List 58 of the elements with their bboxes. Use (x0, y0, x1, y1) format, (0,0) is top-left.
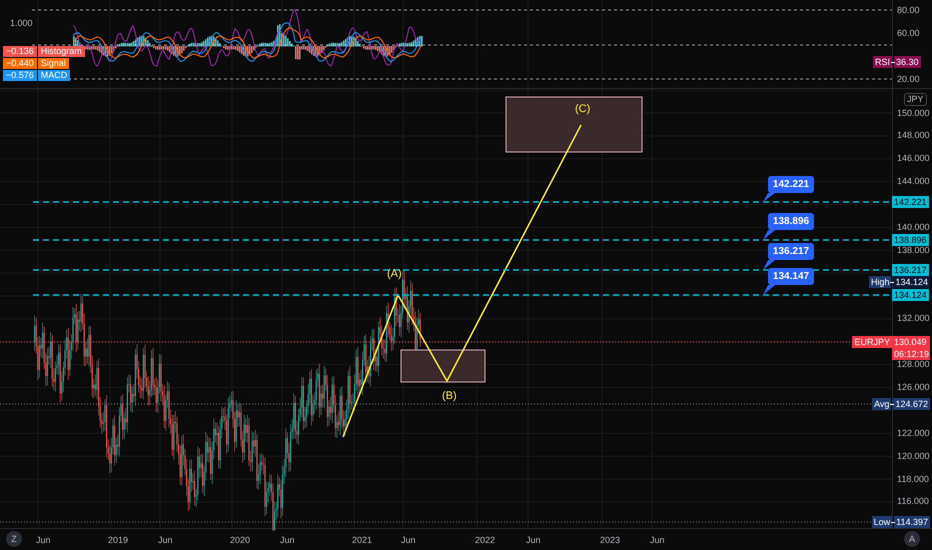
rsi-axis-label: 20.00 (897, 74, 920, 85)
average-value: 124.672 (893, 398, 930, 410)
rsi-label: RSI (873, 56, 892, 68)
level-axis-label: 142.221 (892, 196, 929, 208)
zoom-reset-button[interactable]: Z (6, 531, 22, 547)
price-axis-label: 148.000 (897, 130, 930, 142)
level-axis-label: 138.896 (892, 234, 929, 246)
price-callout: 134.147 (762, 268, 814, 296)
low-value: 114.397 (894, 516, 930, 528)
wave-label: (C) (575, 103, 590, 116)
price-axis-label: 128.000 (897, 359, 930, 370)
time-axis-label: 2023 (600, 535, 620, 546)
time-axis-label: Jun (158, 535, 173, 546)
high-label: High (868, 276, 892, 288)
price-axis-label: 140.000 (897, 222, 930, 233)
time-axis-label: Jun (650, 535, 665, 546)
price-callout: 138.896 (762, 213, 814, 241)
wave-label: (B) (442, 390, 457, 403)
high-value: 134.124 (893, 276, 930, 288)
macd-scale-label: 1.000 (10, 18, 33, 29)
rsi-axis-label: 60.00 (897, 28, 920, 39)
symbol-label: EURJPY (852, 336, 892, 348)
legend-name: MACD (38, 70, 70, 81)
currency-label: JPY (904, 93, 927, 106)
countdown-timer: 06:12:19 (893, 348, 930, 360)
price-axis-label: 126.000 (897, 382, 930, 394)
legend-value: −0.576 (3, 70, 37, 81)
low-label: Low (872, 516, 892, 528)
time-axis-label: 2022 (475, 535, 496, 546)
price-axis-label: 146.000 (897, 153, 930, 164)
time-axis-label: 2019 (108, 535, 128, 546)
price-axis-label: 118.000 (897, 474, 929, 485)
time-axis-label: 2020 (230, 535, 250, 546)
legend-name: Histogram (38, 46, 85, 57)
level-axis-label: 136.217 (892, 264, 929, 276)
price-axis-label: 122.000 (897, 428, 930, 439)
average-label: Avg (872, 398, 892, 410)
wave-label: (A) (387, 268, 402, 281)
last-price-value: 130.049 (893, 336, 928, 348)
price-axis-label: 116.000 (897, 496, 929, 508)
price-callout: 142.221 (762, 176, 814, 203)
time-axis-label: Jun (401, 535, 416, 546)
time-axis-label: 2021 (352, 535, 372, 546)
time-axis-label: Jun (280, 535, 295, 546)
rsi-axis-label: 80.00 (897, 5, 920, 16)
time-axis-label: Jun (36, 535, 51, 546)
price-axis-label: 144.000 (897, 176, 930, 188)
price-axis-label: 150.000 (897, 108, 930, 118)
legend-value: −0.440 (3, 58, 37, 69)
price-axis-label: 132.000 (897, 313, 930, 324)
price-axis-label: 138.000 (897, 244, 930, 256)
legend-value: −0.136 (3, 46, 37, 57)
price-axis-label: 120.000 (897, 450, 930, 462)
level-axis-label: 134.124 (892, 289, 929, 301)
rsi-value: 36.30 (894, 56, 921, 68)
auto-scale-button[interactable]: A (904, 531, 920, 547)
time-axis-label: Jun (526, 535, 541, 546)
legend-name: Signal (38, 58, 69, 69)
